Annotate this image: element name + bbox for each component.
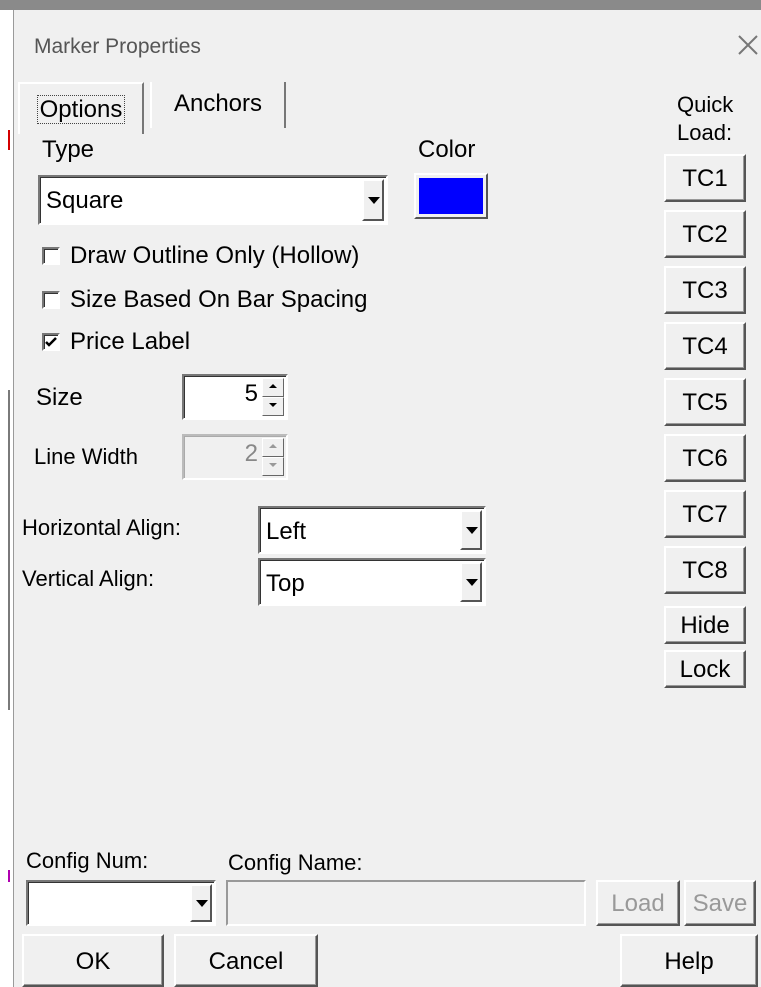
color-swatch-button[interactable] [414, 173, 488, 219]
horizontal-align-label: Horizontal Align: [22, 515, 181, 540]
chevron-down-icon[interactable] [460, 510, 482, 550]
tc8-button[interactable]: TC8 [664, 546, 746, 594]
background-chart-strip [0, 10, 10, 987]
price-label-checkbox[interactable] [42, 333, 60, 351]
line-width-spinner[interactable]: 2 [182, 434, 288, 480]
chart-fragment [8, 870, 10, 882]
lock-button[interactable]: Lock [664, 650, 746, 688]
line-width-up-arrow-icon[interactable] [262, 438, 284, 457]
tc5-button[interactable]: TC5 [664, 378, 746, 426]
line-width-down-arrow-icon[interactable] [262, 457, 284, 476]
quick-load-label-line2: Load: [677, 120, 733, 145]
save-button[interactable]: Save [684, 880, 756, 926]
hide-button[interactable]: Hide [664, 606, 746, 644]
tc2-button[interactable]: TC2 [664, 210, 746, 258]
size-bar-spacing-checkbox[interactable] [42, 291, 60, 309]
checkmark-icon [45, 337, 57, 347]
window-title: Marker Properties [34, 35, 201, 58]
horizontal-align-value: Left [266, 518, 307, 545]
tab-options-label: Options [36, 95, 126, 124]
load-button[interactable]: Load [596, 880, 680, 926]
cancel-button[interactable]: Cancel [174, 934, 318, 987]
ok-button[interactable]: OK [22, 934, 164, 987]
tc1-button[interactable]: TC1 [664, 154, 746, 202]
type-label: Type [42, 136, 95, 163]
type-select[interactable]: Square [38, 175, 388, 225]
size-value: 5 [244, 380, 258, 407]
tab-anchors[interactable]: Anchors [150, 82, 286, 128]
help-button[interactable]: Help [620, 934, 758, 987]
close-icon[interactable] [735, 32, 761, 58]
config-num-select[interactable] [26, 880, 216, 926]
draw-outline-checkbox[interactable] [42, 247, 60, 265]
title-bar: Marker Properties [14, 10, 761, 76]
tc4-button[interactable]: TC4 [664, 322, 746, 370]
size-spinner[interactable]: 5 [182, 374, 288, 420]
type-select-value: Square [46, 187, 124, 214]
quick-load-label-line1: Quick [677, 92, 734, 117]
chart-fragment [8, 390, 10, 710]
vertical-align-label: Vertical Align: [22, 566, 155, 591]
chevron-down-icon[interactable] [460, 562, 482, 602]
tc6-button[interactable]: TC6 [664, 434, 746, 482]
chevron-down-icon[interactable] [190, 884, 212, 922]
price-label-label: Price Label [70, 328, 191, 355]
chevron-down-icon[interactable] [362, 179, 384, 221]
size-up-arrow-icon[interactable] [262, 378, 284, 397]
config-name-label: Config Name: [228, 850, 363, 875]
tc7-button[interactable]: TC7 [664, 490, 746, 538]
size-label: Size [36, 384, 83, 411]
line-width-label: Line Width [34, 444, 138, 469]
config-num-label: Config Num: [26, 848, 149, 873]
size-down-arrow-icon[interactable] [262, 397, 284, 416]
color-label: Color [418, 136, 476, 163]
color-swatch-fill [419, 178, 483, 214]
horizontal-align-select[interactable]: Left [258, 506, 486, 554]
vertical-align-select[interactable]: Top [258, 558, 486, 606]
tc3-button[interactable]: TC3 [664, 266, 746, 314]
background-window-edge [0, 0, 761, 10]
chart-fragment [8, 130, 10, 150]
tab-options[interactable]: Options [18, 82, 144, 134]
config-name-field[interactable] [226, 880, 586, 926]
size-bar-spacing-label: Size Based On Bar Spacing [70, 286, 368, 313]
vertical-align-value: Top [266, 570, 305, 597]
line-width-value: 2 [244, 440, 258, 467]
marker-properties-dialog: Marker Properties Options Anchors Type S… [14, 10, 761, 987]
draw-outline-label: Draw Outline Only (Hollow) [70, 242, 360, 269]
tab-anchors-label: Anchors [173, 90, 263, 117]
